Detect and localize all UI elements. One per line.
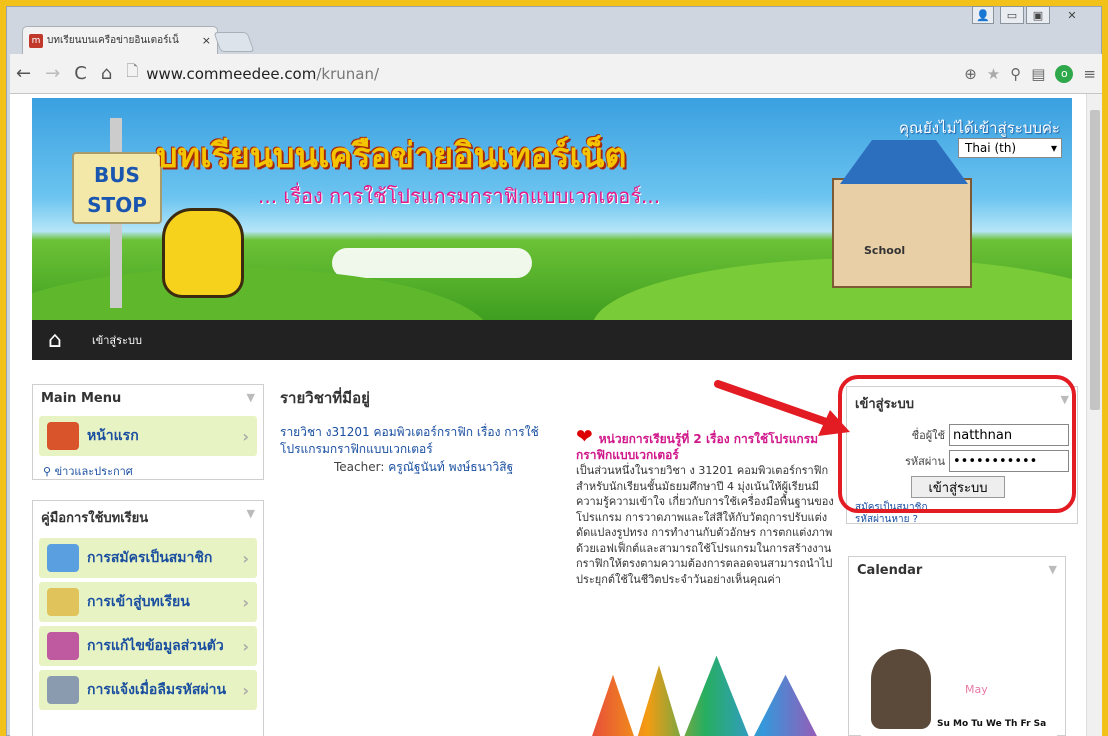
tab-title: บทเรียนบนเครือข่ายอินเตอร์เน็ [47, 35, 179, 46]
key-icon [47, 676, 79, 704]
green-extension-icon[interactable]: o [1055, 64, 1074, 83]
main-menu-block: Main Menu ▼ หน้าแรก › ⚲ ข่าวและประกาศ [32, 384, 264, 480]
pencils-illustration [590, 655, 820, 736]
maximize-icon[interactable]: ▣ [1026, 6, 1050, 24]
url-host: www.commeedee.com [146, 64, 317, 83]
close-window-icon[interactable]: ✕ [1052, 6, 1092, 24]
home-nav-icon[interactable]: ⌂ [48, 328, 62, 353]
profile-icon [47, 632, 79, 660]
calendar-block: Calendar ▼ May Su Mo Tu We Th Fr Sa [848, 556, 1066, 736]
extension-icon[interactable]: ⚲ [1010, 65, 1021, 83]
forward-icon[interactable]: → [45, 63, 60, 84]
forgot-password-link[interactable]: รหัสผ่านหาย ? [855, 514, 1069, 526]
favicon-icon: m [29, 33, 43, 48]
page-scrollbar[interactable] [1086, 94, 1102, 736]
collapse-icon[interactable]: ▼ [247, 507, 255, 528]
guide-item-edit-profile[interactable]: การแก้ไขข้อมูลส่วนตัว › [39, 626, 257, 666]
signup-icon [47, 544, 79, 572]
red-arrow-annotation [714, 380, 850, 436]
home-icon[interactable]: ⌂ [101, 63, 112, 84]
calendar-title: Calendar [857, 563, 923, 578]
tab-close-icon[interactable]: × [202, 34, 211, 47]
guide-block: คู่มือการใช้บทเรียน ▼ การสมัครเป็นสมาชิก ›… [32, 500, 264, 736]
menu-item-home[interactable]: หน้าแรก › [39, 416, 257, 456]
browser-tab[interactable]: m บทเรียนบนเครือข่ายอินเตอร์เน็ × [22, 26, 218, 54]
unit-summary: ❤ หน่วยการเรียนรู้ที่ 2 เรื่อง การใช้โปรแ… [576, 426, 840, 587]
bookmark-star-icon[interactable]: ★ [987, 65, 1000, 83]
address-bar[interactable]: 🗋 www.commeedee.com/krunan/ [126, 61, 950, 87]
school-illustration: School [832, 140, 972, 288]
not-logged-in-text: คุณยังไม่ได้เข้าสู่ระบบค่ะ [899, 119, 1060, 137]
calendar-days: Su Mo Tu We Th Fr Sa [937, 719, 1047, 729]
news-link[interactable]: ⚲ ข่าวและประกาศ [33, 460, 263, 482]
teacher-link[interactable]: ครูณัฐนันท์ พงษ์ธนาวิสิฐ [388, 460, 513, 474]
collapse-icon[interactable]: ▼ [1049, 563, 1057, 578]
bus-stop-sign: BUS STOP [72, 152, 162, 224]
enter-icon [47, 588, 79, 616]
new-tab-button[interactable] [213, 32, 255, 52]
guide-item-signup[interactable]: การสมัครเป็นสมาชิก › [39, 538, 257, 578]
zoom-icon[interactable]: ⊕ [964, 65, 977, 83]
collapse-icon[interactable]: ▼ [247, 391, 255, 406]
url-path: /krunan/ [316, 64, 380, 83]
nav-login-link[interactable]: เข้าสู่ระบบ [92, 331, 142, 349]
menu-icon[interactable]: ≡ [1083, 65, 1096, 83]
house-icon [47, 422, 79, 450]
guide-item-forgot[interactable]: การแจ้งเมื่อลืมรหัสผ่าน › [39, 670, 257, 710]
user-icon[interactable]: 👤 [972, 6, 994, 24]
translate-icon[interactable]: ▤ [1031, 65, 1045, 83]
highlight-ring [838, 375, 1076, 513]
heart-icon: ❤ [576, 424, 593, 448]
guide-item-enter[interactable]: การเข้าสู่บทเรียน › [39, 582, 257, 622]
back-icon[interactable]: ← [16, 63, 31, 84]
bus-illustration [162, 208, 244, 298]
minimize-icon[interactable]: ▭ [1000, 6, 1024, 24]
browser-toolbar: ← → C ⌂ 🗋 www.commeedee.com/krunan/ ⊕ ★ … [10, 54, 1102, 94]
calendar-month: May [965, 683, 988, 696]
banner-title: บทเรียนบนเครือข่ายอินเทอร์เน็ต [156, 136, 627, 176]
bunny-illustration [871, 649, 931, 729]
language-select[interactable]: Thai (th) ▾ [958, 138, 1062, 158]
calendar-image: May Su Mo Tu We Th Fr Sa [861, 593, 1057, 736]
page-icon: 🗋 [126, 62, 139, 80]
site-banner: BUS STOP บทเรียนบนเครือข่ายอินเทอร์เน็ต .… [32, 98, 1072, 320]
banner-subtitle: ... เรื่อง การใช้โปรแกรมกราฟิกแบบเวกเตอร… [258, 184, 661, 208]
reload-icon[interactable]: C [74, 63, 87, 84]
course-link[interactable]: รายวิชา ง31201 คอมพิวเตอร์กราฟิก เรื่อง … [280, 424, 540, 458]
site-navbar: ⌂ เข้าสู่ระบบ [32, 320, 1072, 360]
main-menu-title: Main Menu [41, 391, 122, 406]
unit-description: เป็นส่วนหนึ่งในรายวิชา ง 31201 คอมพิวเตอ… [576, 464, 834, 586]
guide-title: คู่มือการใช้บทเรียน [41, 511, 149, 526]
